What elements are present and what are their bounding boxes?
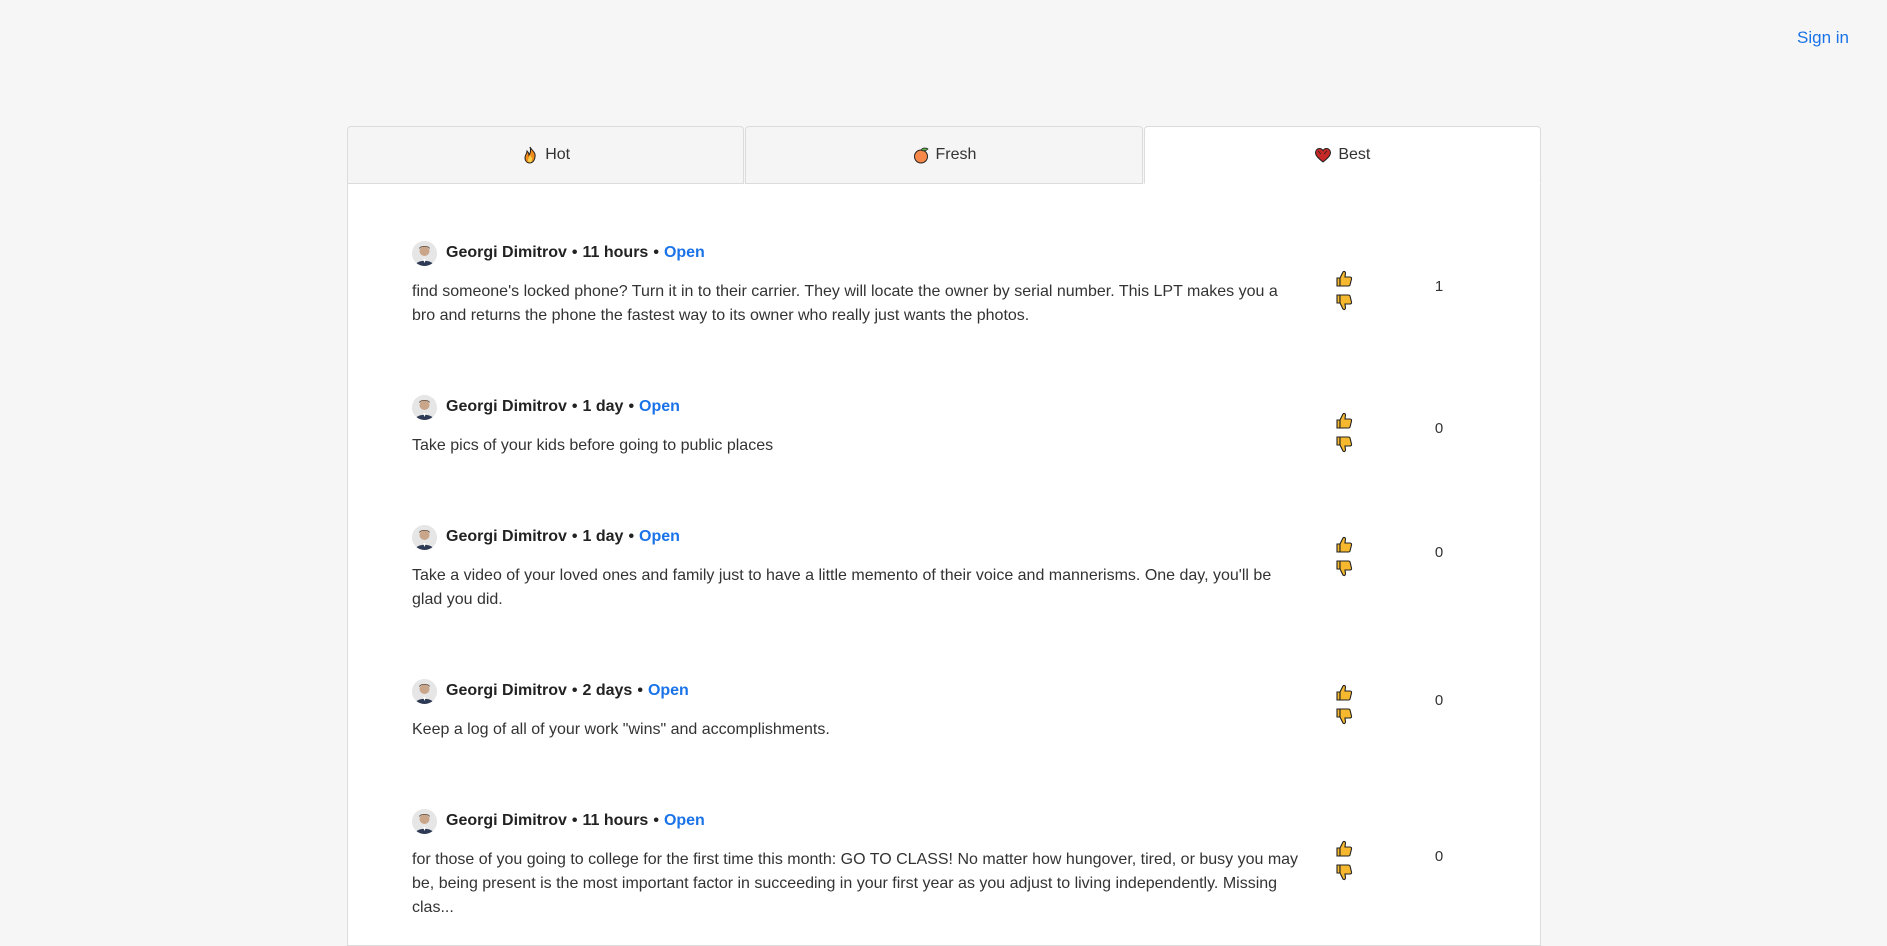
separator: • <box>571 812 578 829</box>
post-item: Georgi Dimitrov • 11 hours • Open for th… <box>412 807 1472 937</box>
post-item: Georgi Dimitrov • 1 day • Open Take pics… <box>412 393 1472 523</box>
top-bar: Sign in <box>0 0 1887 80</box>
post-time: 11 hours <box>582 812 649 829</box>
peach-icon <box>912 146 930 164</box>
heart-icon <box>1314 146 1332 164</box>
avatar[interactable] <box>412 240 437 266</box>
post-body: find someone's locked phone? Turn it in … <box>412 283 1278 324</box>
post-author[interactable]: Georgi Dimitrov <box>446 398 567 416</box>
open-link[interactable]: Open <box>639 528 680 546</box>
tab-label: Best <box>1338 146 1371 163</box>
vote-score: 1 <box>1434 278 1444 295</box>
sign-in-link[interactable]: Sign in <box>1797 28 1849 48</box>
vote-score: 0 <box>1434 544 1444 561</box>
feed-tabs: Hot Fresh Best <box>347 126 1541 184</box>
post-item: Georgi Dimitrov • 1 day • Open Take a vi… <box>412 523 1472 677</box>
tab-label: Fresh <box>935 146 977 163</box>
tab-best[interactable]: Best <box>1143 126 1541 184</box>
post-header: Georgi Dimitrov • 11 hours • Open <box>412 239 1472 267</box>
thumbs-up-icon[interactable] <box>1334 269 1354 289</box>
tab-fresh[interactable]: Fresh <box>745 126 1143 184</box>
vote-controls <box>1334 411 1358 457</box>
thumbs-down-icon[interactable] <box>1334 434 1354 454</box>
post-author[interactable]: Georgi Dimitrov <box>446 528 567 546</box>
open-link[interactable]: Open <box>664 244 705 262</box>
feed-container: Hot Fresh Best Georgi Dimitrov • 11 hour… <box>347 126 1541 946</box>
avatar[interactable] <box>412 678 437 704</box>
vote-controls <box>1334 269 1358 315</box>
vote-score: 0 <box>1434 848 1444 865</box>
thumbs-down-icon[interactable] <box>1334 292 1354 312</box>
separator: • <box>628 398 635 415</box>
avatar[interactable] <box>412 524 437 550</box>
post-body: Keep a log of all of your work "wins" an… <box>412 721 830 738</box>
separator: • <box>653 812 659 829</box>
post-item: Georgi Dimitrov • 11 hours • Open find s… <box>412 239 1472 393</box>
thumbs-down-icon[interactable] <box>1334 558 1354 578</box>
post-header: Georgi Dimitrov • 2 days • Open <box>412 677 1472 705</box>
post-body: Take pics of your kids before going to p… <box>412 437 774 454</box>
vote-controls <box>1334 535 1358 581</box>
separator: • <box>653 244 659 261</box>
post-time: 1 day <box>582 398 624 415</box>
separator: • <box>571 528 578 545</box>
post-author[interactable]: Georgi Dimitrov <box>446 244 567 262</box>
thumbs-down-icon[interactable] <box>1334 706 1354 726</box>
thumbs-down-icon[interactable] <box>1334 862 1354 882</box>
separator: • <box>571 398 578 415</box>
separator: • <box>628 528 635 545</box>
open-link[interactable]: Open <box>648 682 689 700</box>
post-author[interactable]: Georgi Dimitrov <box>446 682 567 700</box>
post-header: Georgi Dimitrov • 11 hours • Open <box>412 807 1472 835</box>
post-body: for those of you going to college for th… <box>412 851 1299 916</box>
open-link[interactable]: Open <box>664 812 705 830</box>
post-header: Georgi Dimitrov • 1 day • Open <box>412 393 1472 421</box>
tab-hot[interactable]: Hot <box>347 126 745 184</box>
thumbs-up-icon[interactable] <box>1334 535 1354 555</box>
thumbs-up-icon[interactable] <box>1334 683 1354 703</box>
post-time: 11 hours <box>582 244 649 261</box>
thumbs-up-icon[interactable] <box>1334 839 1354 859</box>
fire-icon <box>521 146 539 164</box>
avatar[interactable] <box>412 394 437 420</box>
tab-label: Hot <box>545 146 571 163</box>
separator: • <box>571 244 578 261</box>
posts-panel: Georgi Dimitrov • 11 hours • Open find s… <box>347 184 1541 946</box>
separator: • <box>637 682 643 699</box>
thumbs-up-icon[interactable] <box>1334 411 1354 431</box>
vote-controls <box>1334 683 1358 729</box>
post-item: Georgi Dimitrov • 2 days • Open Keep a l… <box>412 677 1472 807</box>
post-time: 2 days <box>582 682 633 699</box>
post-body: Take a video of your loved ones and fami… <box>412 567 1272 608</box>
vote-score: 0 <box>1434 420 1444 437</box>
open-link[interactable]: Open <box>639 398 680 416</box>
post-author[interactable]: Georgi Dimitrov <box>446 812 567 830</box>
avatar[interactable] <box>412 808 437 834</box>
vote-score: 0 <box>1434 692 1444 709</box>
vote-controls <box>1334 839 1358 885</box>
post-time: 1 day <box>582 528 624 545</box>
post-header: Georgi Dimitrov • 1 day • Open <box>412 523 1472 551</box>
separator: • <box>571 682 578 699</box>
